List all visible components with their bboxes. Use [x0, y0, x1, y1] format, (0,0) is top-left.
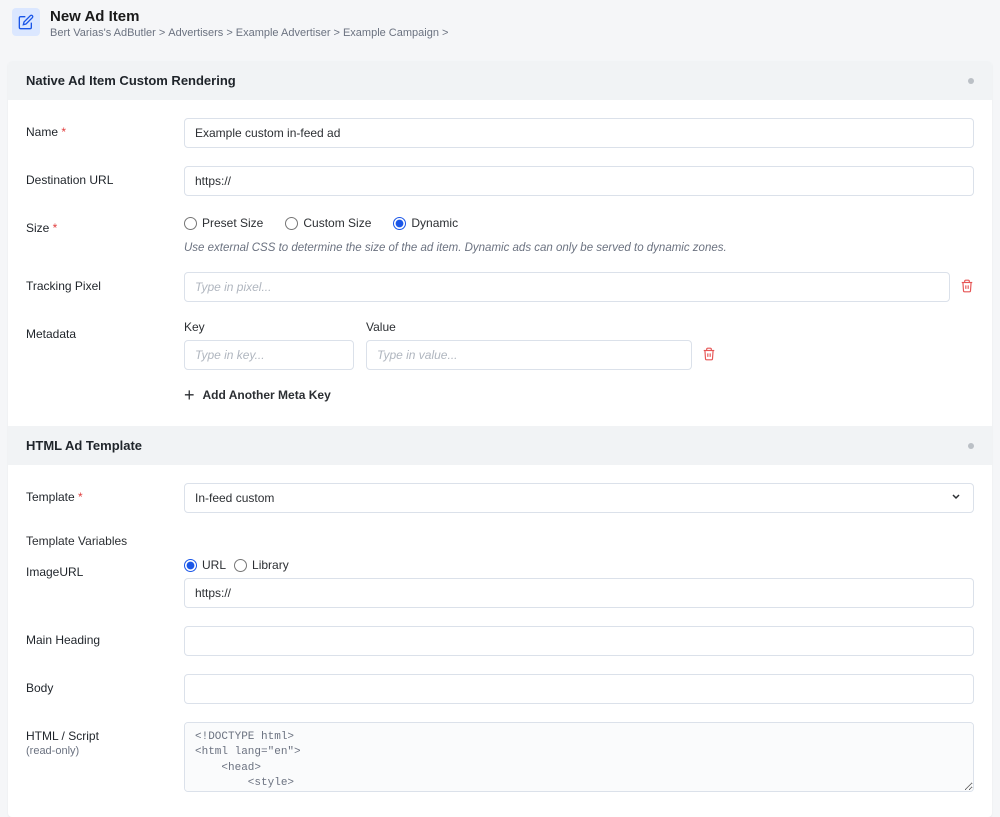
label-imageurl: ImageURL [26, 558, 184, 579]
imageurl-input[interactable] [184, 578, 974, 608]
edit-icon [12, 8, 40, 36]
size-help-text: Use external CSS to determine the size o… [184, 242, 974, 254]
meta-value-input[interactable] [366, 340, 692, 370]
radio-library-input[interactable] [234, 559, 247, 572]
section-header-native[interactable]: Native Ad Item Custom Rendering [8, 61, 992, 100]
trash-icon[interactable] [702, 347, 716, 364]
section-title: HTML Ad Template [26, 438, 142, 453]
label-metadata: Metadata [26, 320, 184, 341]
section-header-html-template[interactable]: HTML Ad Template [8, 426, 992, 465]
breadcrumb[interactable]: Bert Varias's AdButler>Advertisers>Examp… [50, 27, 451, 39]
page-title: New Ad Item [50, 8, 451, 25]
radio-preset-size[interactable]: Preset Size [184, 216, 263, 230]
radio-url[interactable]: URL [184, 558, 226, 572]
label-name: Name [26, 118, 184, 139]
html-script-textarea[interactable] [184, 722, 974, 792]
label-meta-value: Value [366, 320, 716, 334]
label-destination-url: Destination URL [26, 166, 184, 187]
name-input[interactable] [184, 118, 974, 148]
label-main-heading: Main Heading [26, 626, 184, 647]
label-tracking-pixel: Tracking Pixel [26, 272, 184, 293]
collapse-dot-icon[interactable] [968, 78, 974, 84]
meta-key-input[interactable] [184, 340, 354, 370]
label-size: Size [26, 214, 184, 235]
page-header: New Ad Item Bert Varias's AdButler>Adver… [0, 0, 1000, 47]
label-body: Body [26, 674, 184, 695]
body-input[interactable] [184, 674, 974, 704]
label-meta-key: Key [184, 320, 354, 334]
section-title: Native Ad Item Custom Rendering [26, 73, 236, 88]
trash-icon[interactable] [960, 279, 974, 296]
plus-icon: + [184, 386, 195, 404]
template-select[interactable]: In-feed custom [184, 483, 974, 513]
tracking-pixel-input[interactable] [184, 272, 950, 302]
label-readonly: (read-only) [26, 745, 184, 757]
collapse-dot-icon[interactable] [968, 443, 974, 449]
main-heading-input[interactable] [184, 626, 974, 656]
radio-url-input[interactable] [184, 559, 197, 572]
label-html-script: HTML / Script (read-only) [26, 722, 184, 757]
radio-dynamic-input[interactable] [393, 217, 406, 230]
destination-url-input[interactable] [184, 166, 974, 196]
radio-custom-size[interactable]: Custom Size [285, 216, 371, 230]
radio-dynamic-size[interactable]: Dynamic [393, 216, 458, 230]
add-another-meta-button[interactable]: + Add Another Meta Key [184, 386, 974, 404]
radio-custom-input[interactable] [285, 217, 298, 230]
label-template: Template [26, 483, 184, 504]
radio-preset-input[interactable] [184, 217, 197, 230]
label-template-variables: Template Variables [26, 531, 974, 548]
radio-library[interactable]: Library [234, 558, 289, 572]
